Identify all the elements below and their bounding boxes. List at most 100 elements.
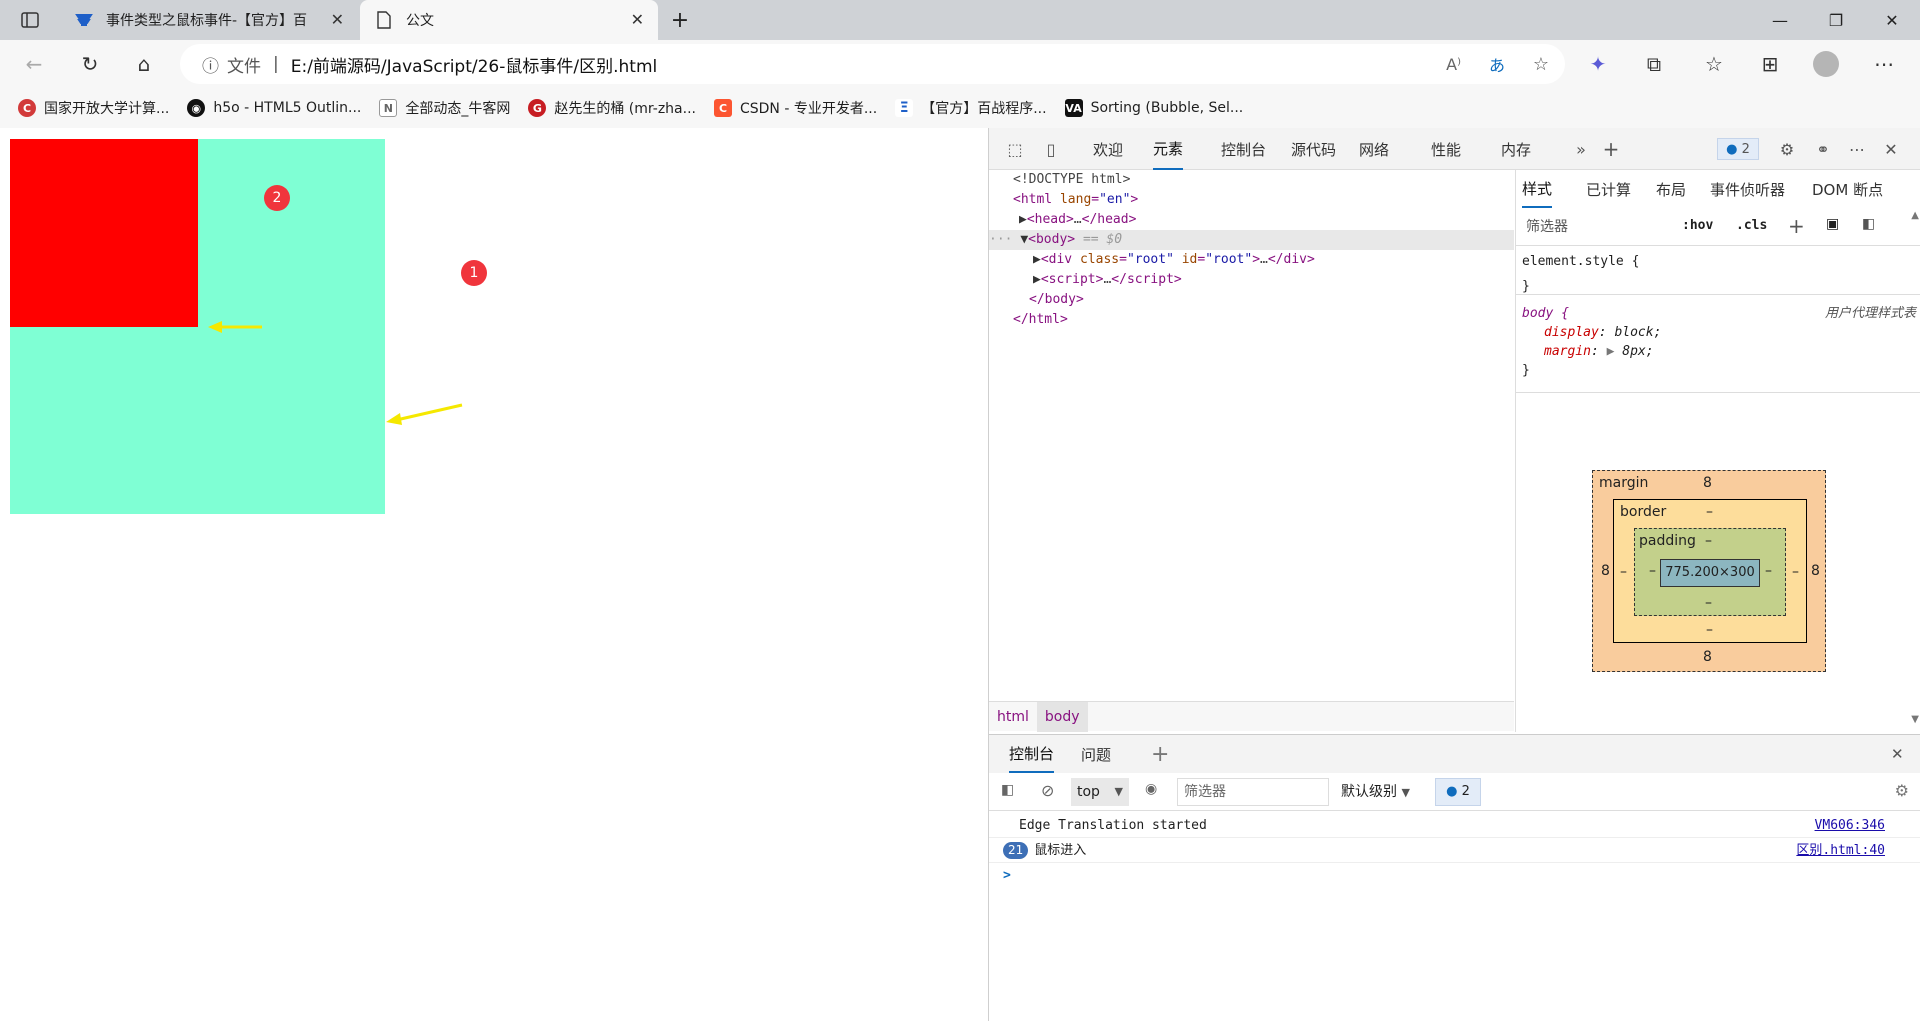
sidebar-toggle-icon[interactable]: ◧: [1001, 782, 1014, 798]
box-model-content[interactable]: 775.200×300: [1660, 559, 1760, 587]
devtools-panel: ⬚ ▯ 欢迎 元素 控制台 源代码 网络 性能 内存 » + ● 2 ⚙ ⚭ ⋯…: [988, 128, 1920, 1021]
element-style-rule[interactable]: element.style { }: [1522, 252, 1639, 296]
bookmark-item[interactable]: G 赵先生的桶 (mr-zha...: [528, 98, 696, 118]
extensions-icon[interactable]: ⧉: [1638, 48, 1670, 80]
tab-sources[interactable]: 源代码: [1291, 128, 1336, 170]
bookmarks-bar: C 国家开放大学计算... ◉ h5o - HTML5 Outlin... N 全部动…: [0, 88, 1920, 128]
bookmark-item[interactable]: C 国家开放大学计算...: [18, 98, 169, 118]
tab-computed[interactable]: 已计算: [1586, 170, 1631, 208]
ouchn-icon: C: [18, 99, 36, 117]
add-tab-icon[interactable]: +: [1599, 137, 1623, 161]
tab-event-listeners[interactable]: 事件侦听器: [1710, 170, 1785, 208]
body-ua-rule[interactable]: body {用户代理样式表 display: block; margin: ▶ …: [1522, 304, 1916, 380]
scroll-up-icon[interactable]: ▲: [1911, 210, 1919, 221]
body-close: </body>: [1029, 292, 1084, 307]
minimize-icon[interactable]: —: [1752, 0, 1808, 40]
cls-toggle[interactable]: .cls: [1736, 218, 1767, 233]
console-filter-input[interactable]: 筛选器: [1177, 778, 1329, 806]
add-drawer-tab-icon[interactable]: +: [1151, 735, 1169, 773]
favorite-add-icon[interactable]: ☆: [1533, 54, 1549, 75]
tab-actions-icon[interactable]: [4, 0, 56, 40]
close-drawer-icon[interactable]: ✕: [1891, 735, 1904, 773]
console-issues-badge[interactable]: ● 2: [1435, 778, 1481, 806]
refresh-icon[interactable]: ↻: [74, 48, 106, 80]
bookmark-item[interactable]: N 全部动态_牛客网: [379, 98, 510, 118]
context-select[interactable]: top ▼: [1071, 778, 1129, 806]
tab-layout[interactable]: 布局: [1656, 170, 1686, 208]
live-expression-icon[interactable]: ◉: [1145, 781, 1157, 797]
tab-issues[interactable]: 问题: [1081, 735, 1111, 773]
console-prompt[interactable]: >: [989, 863, 1920, 888]
tab-active[interactable]: 公文 ✕: [360, 0, 658, 40]
home-icon[interactable]: ⌂: [128, 48, 160, 80]
close-icon[interactable]: ✕: [331, 10, 344, 29]
translate-icon[interactable]: あ: [1489, 52, 1505, 76]
toggle-sidebar-icon[interactable]: ◧: [1862, 216, 1875, 232]
back-icon[interactable]: ←: [18, 48, 50, 80]
log-level-select[interactable]: 默认级别 ▼: [1341, 778, 1410, 806]
annotation-badge: 2: [264, 185, 290, 211]
tab-welcome[interactable]: 欢迎: [1093, 128, 1123, 170]
issues-badge[interactable]: ● 2: [1717, 138, 1759, 160]
profile-avatar[interactable]: [1810, 48, 1842, 80]
tab-baizhan[interactable]: 事件类型之鼠标事件-【官方】百 ✕: [60, 0, 358, 40]
close-window-icon[interactable]: ✕: [1864, 0, 1920, 40]
more-menu-icon[interactable]: ⋯: [1868, 48, 1900, 80]
more-tabs-icon[interactable]: »: [1569, 138, 1593, 160]
box-model-margin[interactable]: margin 8 8 8 8 border – – – – padding – …: [1592, 470, 1826, 672]
url-field[interactable]: ⓘ 文件 | E:/前端源码/JavaScript/26-鼠标事件/区别.htm…: [180, 44, 1565, 84]
read-aloud-icon[interactable]: A⁾: [1446, 55, 1461, 74]
connect-icon[interactable]: ⚭: [1811, 138, 1835, 160]
bookmark-item[interactable]: ◉ h5o - HTML5 Outlin...: [187, 99, 361, 117]
info-icon[interactable]: ⓘ: [202, 52, 219, 77]
div-root-node[interactable]: ▶<div class="root" id="root">…</div>: [1033, 250, 1315, 270]
bookmark-item[interactable]: VA Sorting (Bubble, Sel...: [1064, 99, 1243, 117]
collections-icon[interactable]: ⊞: [1754, 48, 1786, 80]
close-devtools-icon[interactable]: ✕: [1879, 138, 1903, 160]
more-options-icon[interactable]: ⋯: [1845, 138, 1869, 160]
arrow-annotation-1: [386, 403, 463, 425]
paint-icon[interactable]: ▣: [1826, 216, 1839, 232]
new-rule-icon[interactable]: +: [1788, 214, 1805, 238]
tab-dom-breakpoints[interactable]: DOM 断点: [1812, 170, 1883, 208]
tab-network[interactable]: 网络: [1359, 128, 1389, 170]
bookmark-item[interactable]: C CSDN - 专业开发者...: [713, 98, 877, 118]
styles-filter-input[interactable]: 筛选器: [1522, 214, 1670, 240]
tab-elements[interactable]: 元素: [1153, 128, 1184, 170]
scroll-down-icon[interactable]: ▼: [1911, 714, 1919, 725]
breadcrumb-body[interactable]: body: [1036, 701, 1088, 732]
html-node[interactable]: <html lang="en">: [1013, 190, 1138, 210]
message-source-link[interactable]: VM606:346: [1815, 813, 1885, 838]
favorites-icon[interactable]: ☆: [1698, 48, 1730, 80]
inspect-element-icon[interactable]: ⬚: [1003, 138, 1027, 160]
copilot-icon[interactable]: ✦: [1582, 48, 1614, 80]
box-model-padding[interactable]: padding – – – – 775.200×300: [1634, 528, 1786, 616]
url-path: E:/前端源码/JavaScript/26-鼠标事件/区别.html: [290, 56, 658, 77]
page-viewport: 2 1: [0, 128, 988, 1021]
maximize-icon[interactable]: ❐: [1808, 0, 1864, 40]
body-node[interactable]: ··· ▼<body> == $0: [989, 230, 1514, 250]
hov-toggle[interactable]: :hov: [1682, 218, 1713, 233]
tab-console-drawer[interactable]: 控制台: [1009, 735, 1055, 773]
child-box[interactable]: [10, 139, 198, 327]
head-node[interactable]: ▶<head>…</head>: [1019, 210, 1136, 230]
tab-styles[interactable]: 样式: [1522, 170, 1553, 208]
box-model-border[interactable]: border – – – – padding – – – – 775.200×3…: [1613, 499, 1807, 643]
doctype-line[interactable]: <!DOCTYPE html>: [1013, 170, 1130, 190]
tab-console[interactable]: 控制台: [1221, 128, 1266, 170]
script-node[interactable]: ▶<script>…</script>: [1033, 270, 1182, 290]
message-source-link[interactable]: 区别.html:40: [1796, 838, 1885, 863]
tab-memory[interactable]: 内存: [1501, 128, 1531, 170]
settings-icon[interactable]: ⚙: [1775, 138, 1799, 160]
tab-performance[interactable]: 性能: [1431, 128, 1461, 170]
html-close: </html>: [1013, 312, 1068, 327]
tab-title: 事件类型之鼠标事件-【官方】百: [106, 13, 308, 29]
new-tab-icon[interactable]: +: [664, 0, 696, 40]
breadcrumb-html[interactable]: html: [989, 702, 1037, 732]
device-emulation-icon[interactable]: ▯: [1039, 138, 1063, 160]
close-icon[interactable]: ✕: [631, 10, 644, 29]
clear-console-icon[interactable]: ⊘: [1041, 781, 1054, 800]
baizhan-icon: Ξ: [895, 99, 914, 117]
bookmark-item[interactable]: Ξ 【官方】百战程序...: [895, 98, 1047, 118]
console-settings-icon[interactable]: ⚙: [1895, 781, 1909, 800]
